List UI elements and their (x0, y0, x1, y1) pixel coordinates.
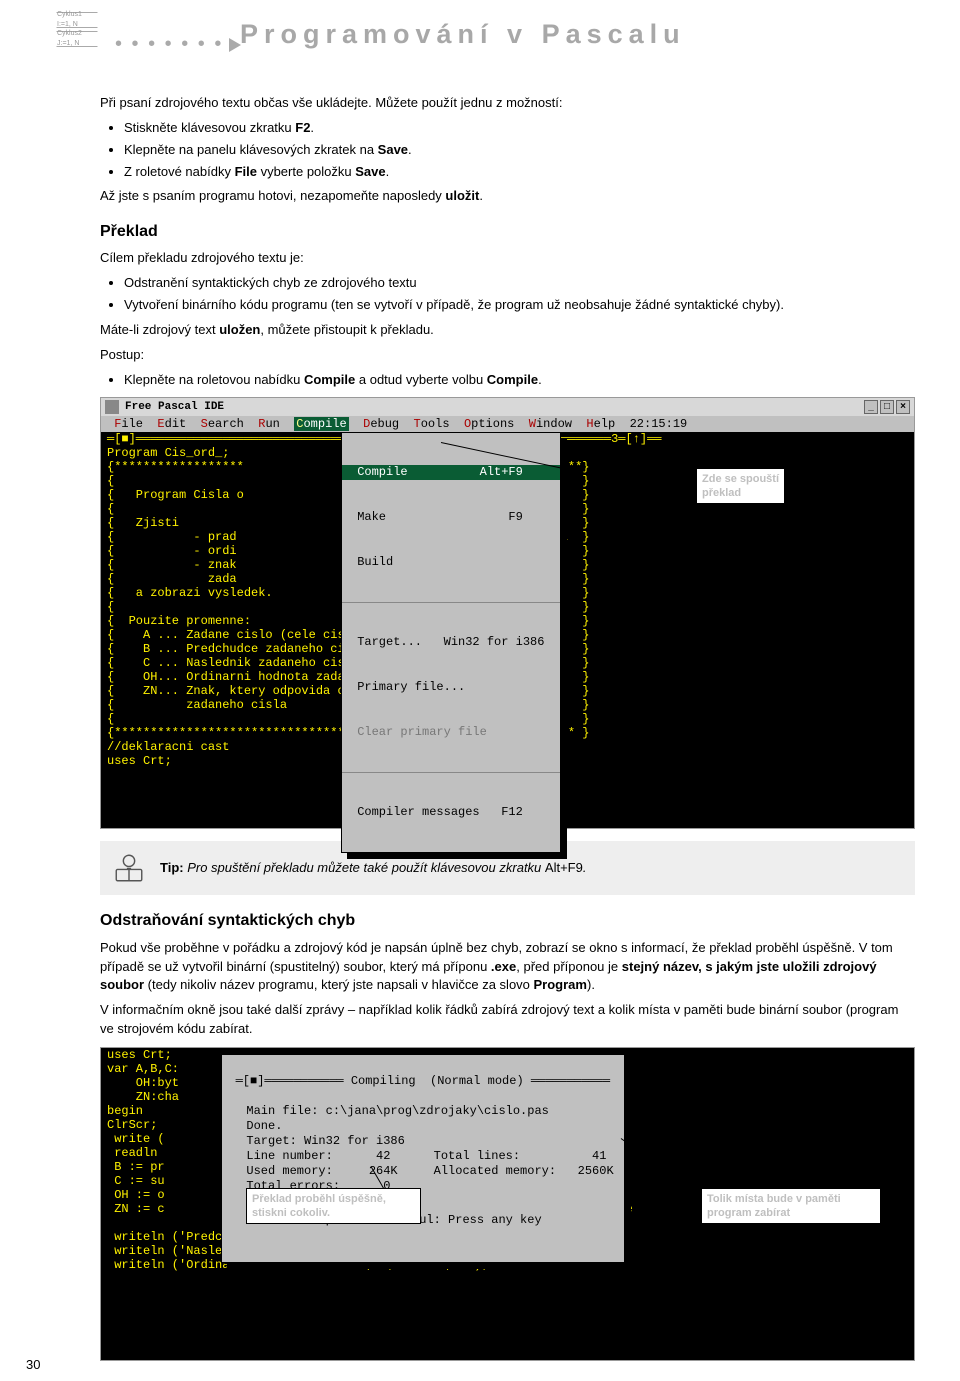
menu-compile[interactable]: Compile (294, 417, 348, 431)
list-item: Klepněte na roletovou nabídku Compile a … (124, 371, 915, 390)
ide-titlebar: Free Pascal IDE _ □ × (101, 398, 914, 416)
ide-editor-area: ═[■]════════════════════════════════════… (101, 432, 914, 828)
paragraph: V informačním okně jsou také další zpráv… (100, 1001, 915, 1039)
header-diagram-deco: Cyklus1 I:=1, N Cyklus2 J:=1, N (10, 10, 110, 60)
menu-item-compile[interactable]: Compile Alt+F9 (342, 465, 560, 480)
compile-dropdown[interactable]: Compile Alt+F9 Make F9 Build Target... W… (341, 432, 561, 853)
list-item: Klepněte na panelu klávesových zkratek n… (124, 141, 915, 160)
callout-label: Zde se spouští překlad (696, 468, 785, 504)
lightbulb-book-icon (112, 851, 146, 885)
compile-dialog: ═[■]═══════════ Compiling (Normal mode) … (221, 1054, 625, 1263)
ide-menubar[interactable]: File Edit Search Run Compile Debug Tools… (101, 416, 914, 432)
paragraph: Pokud vše proběhne v pořádku a zdrojový … (100, 939, 915, 996)
paragraph: Až jste s psaním programu hotovi, nezapo… (100, 187, 915, 206)
deco-box: Cyklus2 J:=1, N (56, 31, 98, 47)
minimize-button[interactable]: _ (864, 400, 878, 414)
list-item: Odstranění syntaktických chyb ze zdrojov… (124, 274, 915, 293)
app-icon (105, 400, 119, 414)
paragraph: Máte-li zdrojový text uložen, můžete při… (100, 321, 915, 340)
menu-item-build[interactable]: Build (342, 555, 560, 570)
ide-screenshot-compile-result: uses Crt; var A,B,C: OH:byt ZN:cha begin… (100, 1047, 915, 1361)
paragraph: Postup: (100, 346, 915, 365)
paragraph: Cílem překladu zdrojového textu je: (100, 249, 915, 268)
menu-item-clear-primary: Clear primary file (342, 725, 560, 740)
bullet-list: Stiskněte klávesovou zkratku F2. Klepnět… (100, 119, 915, 182)
list-item: Vytvoření binárního kódu programu (ten s… (124, 296, 915, 315)
clock: 22:15:19 (630, 417, 688, 431)
list-item: Z roletové nabídky File vyberte položku … (124, 163, 915, 182)
ide-editor-area: uses Crt; var A,B,C: OH:byt ZN:cha begin… (101, 1048, 914, 1360)
section-heading: Odstraňování syntaktických chyb (100, 909, 915, 932)
section-heading: Překlad (100, 220, 915, 243)
dialog-body: Main file: c:\jana\prog\zdrojaky\cislo.p… (232, 1104, 614, 1194)
paragraph: Při psaní zdrojového textu občas vše ukl… (100, 94, 915, 113)
window-title: Free Pascal IDE (125, 400, 224, 414)
menu-item-compiler-messages[interactable]: Compiler messages F12 (342, 805, 560, 820)
callout-label: Překlad proběhl úspěšně, stiskni cokoliv… (246, 1188, 421, 1224)
page-header: Cyklus1 I:=1, N Cyklus2 J:=1, N • • • • … (0, 0, 960, 70)
menu-item-target[interactable]: Target... Win32 for i386 (342, 635, 560, 650)
bullet-list: Odstranění syntaktických chyb ze zdrojov… (100, 274, 915, 315)
page-number: 30 (26, 1356, 40, 1375)
page-title: Programování v Pascalu (240, 15, 686, 54)
deco-box: Cyklus1 I:=1, N (56, 12, 98, 28)
close-button[interactable]: × (896, 400, 910, 414)
callout-label: Tolik místa bude v paměti program zabíra… (701, 1188, 881, 1224)
header-dots: • • • • • • • (115, 30, 241, 59)
bullet-list: Klepněte na roletovou nabídku Compile a … (100, 371, 915, 390)
menu-item-make[interactable]: Make F9 (342, 510, 560, 525)
dialog-title: ═[■]═══════════ Compiling (Normal mode) … (232, 1074, 614, 1089)
menu-item-primary-file[interactable]: Primary file... (342, 680, 560, 695)
list-item: Stiskněte klávesovou zkratku F2. (124, 119, 915, 138)
arrow-right-icon (229, 38, 241, 52)
maximize-button[interactable]: □ (880, 400, 894, 414)
tip-text: Tip: Pro spuštění překladu můžete také p… (160, 859, 586, 878)
ide-screenshot-compile-menu: Free Pascal IDE _ □ × File Edit Search R… (100, 397, 915, 829)
